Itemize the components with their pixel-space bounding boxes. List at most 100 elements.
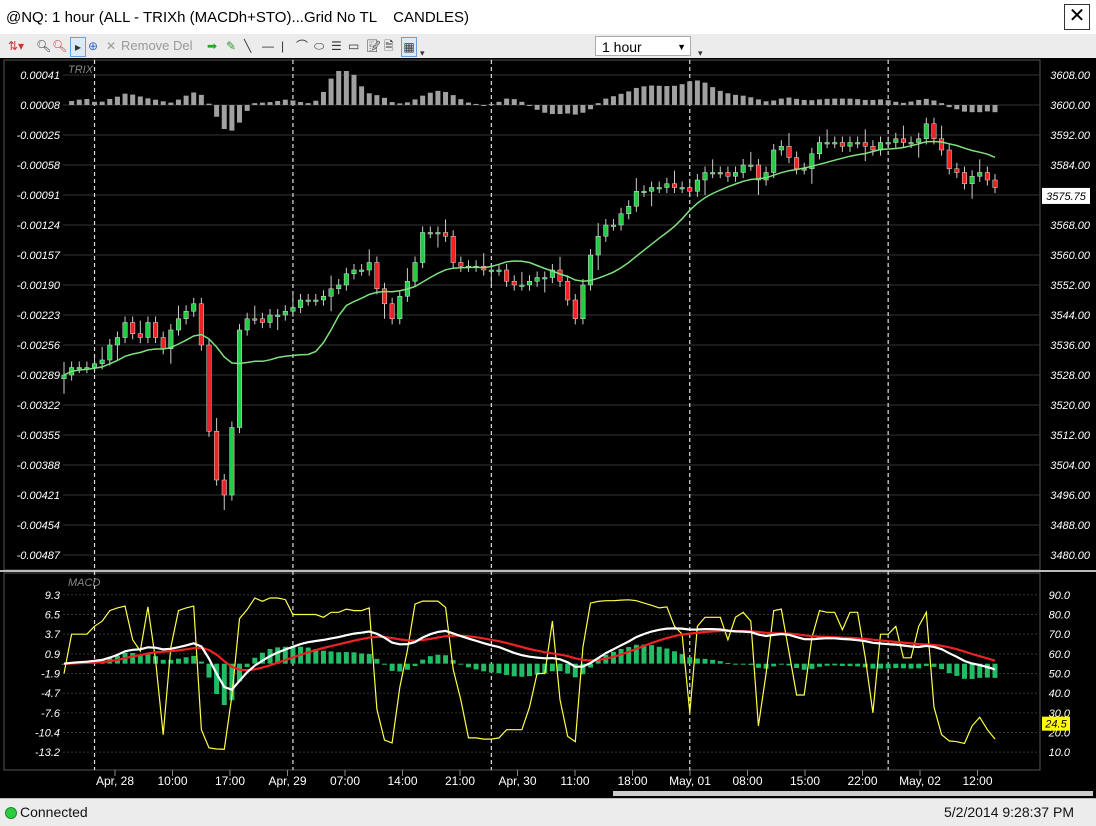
interval-value: 1 hour xyxy=(602,39,642,55)
candle-body xyxy=(527,281,532,286)
price-tick-label: 3600.00 xyxy=(1050,100,1091,112)
arrow-tool-icon[interactable]: ➡ xyxy=(207,37,217,55)
candle-body xyxy=(740,164,746,173)
ellipse-icon[interactable]: ⬭ xyxy=(314,37,324,55)
candle-body xyxy=(603,224,609,237)
macd-histogram-bar xyxy=(420,659,426,664)
zoom-out-icon[interactable]: 🔍︎ xyxy=(52,37,67,55)
vertical-line-icon[interactable]: | xyxy=(281,37,284,55)
trix-bar xyxy=(839,98,845,105)
text-icon[interactable]: 🗎︎ xyxy=(384,37,394,55)
crosshair-icon[interactable]: ⊕ xyxy=(88,37,98,55)
trix-tick-label: -0.00421 xyxy=(17,490,60,502)
macd-tick-label: 6.5 xyxy=(45,610,61,622)
candle-body xyxy=(275,314,281,317)
trix-bar xyxy=(305,103,311,105)
trix-bar xyxy=(618,93,624,105)
macd-histogram-bar xyxy=(557,663,563,672)
macd-histogram-bar xyxy=(649,645,655,664)
trix-bar xyxy=(389,102,395,105)
price-tick-label: 3488.00 xyxy=(1050,520,1091,532)
trix-bar xyxy=(801,99,807,105)
close-button[interactable]: ✕ xyxy=(1064,4,1090,30)
macd-histogram-bar xyxy=(946,663,952,674)
chart-canvas[interactable]: 3608.00 0.00041 3600.00 0.00008 3592.00 -0.00… xyxy=(0,58,1096,798)
trix-bar xyxy=(641,86,647,105)
trix-bar xyxy=(481,105,487,106)
trendline-icon[interactable]: ╲ xyxy=(244,37,251,55)
candle-body xyxy=(595,236,601,256)
price-tick-label: 3480.00 xyxy=(1050,550,1091,562)
macd-histogram-bar xyxy=(923,663,929,666)
trix-bar xyxy=(725,93,731,105)
trix-bar xyxy=(206,103,212,105)
fibonacci-icon[interactable]: ☰ xyxy=(331,37,342,55)
trix-bar xyxy=(694,80,700,105)
candle-body xyxy=(671,183,677,188)
chart-area[interactable]: 3608.00 0.00041 3600.00 0.00008 3592.00 -0.00… xyxy=(0,58,1096,798)
horizontal-line-icon[interactable]: — xyxy=(262,37,274,55)
candle-body xyxy=(992,179,998,188)
candle-body xyxy=(832,142,838,145)
candle-body xyxy=(977,172,983,177)
zoom-in-icon[interactable]: 🔍︎ xyxy=(36,37,51,55)
candle-body xyxy=(114,337,120,346)
arc-icon[interactable]: ⌒ xyxy=(296,37,308,55)
trix-bar xyxy=(465,102,471,105)
macd-histogram-bar xyxy=(397,663,403,672)
trix-tick-label: -0.00388 xyxy=(17,460,61,472)
stoch-value: 24.5 xyxy=(1044,719,1067,731)
macd-histogram-bar xyxy=(900,663,906,669)
x-tick-label: 11:00 xyxy=(560,774,589,788)
macd-histogram-bar xyxy=(748,663,754,665)
macd-histogram-bar xyxy=(465,663,471,668)
trix-bar xyxy=(496,101,502,105)
candle-body xyxy=(229,427,235,496)
pencil-icon[interactable]: ✎ xyxy=(226,37,236,55)
trix-bar xyxy=(458,99,464,105)
rectangle-icon[interactable]: ▭ xyxy=(348,37,359,55)
macd-histogram-bar xyxy=(191,655,197,664)
candle-body xyxy=(206,344,212,432)
candle-body xyxy=(893,138,899,143)
candle-body xyxy=(954,168,960,173)
candle-body xyxy=(160,337,166,349)
trix-bar xyxy=(786,97,792,105)
trix-tick-label: -0.00256 xyxy=(17,340,61,352)
trix-bar xyxy=(580,105,586,113)
candle-body xyxy=(961,172,967,184)
trix-bar xyxy=(473,103,479,105)
trix-panel-label: TRIX xyxy=(68,64,94,76)
macd-tick-label: -4.7 xyxy=(41,688,61,700)
trix-bar xyxy=(366,93,372,105)
trix-bar xyxy=(671,85,677,105)
remove-button[interactable]: Remove Del xyxy=(121,37,193,55)
note-icon[interactable]: 📝︎ xyxy=(366,37,381,55)
stoch-tick-label: 40.0 xyxy=(1049,688,1071,700)
macd-histogram-bar xyxy=(374,658,380,664)
trix-bar xyxy=(862,99,868,105)
candle-body xyxy=(733,172,739,177)
trix-bar xyxy=(664,86,670,105)
macd-histogram-bar xyxy=(527,663,532,677)
cursor-mode-icon[interactable]: ▸ xyxy=(70,37,86,57)
candle-body xyxy=(336,284,342,289)
macd-histogram-bar xyxy=(458,663,464,665)
bar-style-icon[interactable]: ⇅▾ xyxy=(8,37,24,55)
trix-bar xyxy=(237,105,243,123)
remove-icon[interactable]: ✕ xyxy=(106,37,116,55)
macd-histogram-bar xyxy=(671,651,677,664)
candle-body xyxy=(175,318,181,331)
horizontal-scrollbar xyxy=(613,791,1093,796)
trix-bar xyxy=(252,103,258,105)
trix-bar xyxy=(992,105,998,113)
candle-body xyxy=(443,232,449,237)
trix-bar xyxy=(130,94,136,105)
trix-bar xyxy=(420,95,426,105)
candle-body xyxy=(198,303,204,346)
grid-icon[interactable]: ▦ xyxy=(401,37,417,57)
candle-body xyxy=(931,123,937,139)
x-tick-label: 15:00 xyxy=(790,774,820,788)
interval-select[interactable]: 1 hour ▼ xyxy=(595,36,691,56)
candle-body xyxy=(214,431,220,481)
